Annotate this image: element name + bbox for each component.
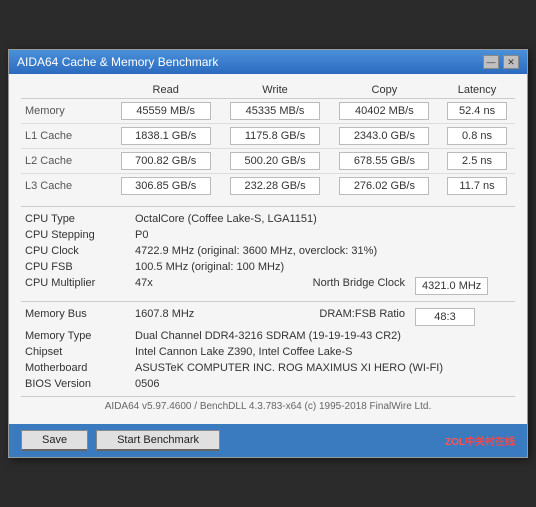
minimize-button[interactable]: — xyxy=(483,55,499,69)
bench-latency: 2.5 ns xyxy=(447,152,507,170)
info-row: CPU Multiplier 47x North Bridge Clock 43… xyxy=(21,275,515,297)
bench-latency: 11.7 ns xyxy=(447,177,507,195)
bench-copy: 2343.0 GB/s xyxy=(339,127,429,145)
col-copy: Copy xyxy=(330,82,439,99)
info-row: CPU FSB 100.5 MHz (original: 100 MHz) xyxy=(21,259,515,275)
divider-1 xyxy=(21,206,515,207)
bench-write: 45335 MB/s xyxy=(230,102,320,120)
benchmark-table: Read Write Copy Latency Memory 45559 MB/… xyxy=(21,82,515,198)
titlebar: AIDA64 Cache & Memory Benchmark — ✕ xyxy=(9,50,527,74)
bottom-bar: Save Start Benchmark ZOL中关村在线 xyxy=(9,424,527,457)
bench-row: L2 Cache 700.82 GB/s 500.20 GB/s 678.55 … xyxy=(21,149,515,174)
window-title: AIDA64 Cache & Memory Benchmark xyxy=(17,55,218,69)
bench-read: 700.82 GB/s xyxy=(121,152,211,170)
watermark-suffix: 中关村在线 xyxy=(465,437,515,448)
watermark: ZOL中关村在线 xyxy=(445,433,515,448)
info-row: Chipset Intel Cannon Lake Z390, Intel Co… xyxy=(21,344,515,360)
bench-write: 232.28 GB/s xyxy=(230,177,320,195)
divider-2 xyxy=(21,301,515,302)
info-row: CPU Clock 4722.9 MHz (original: 3600 MHz… xyxy=(21,243,515,259)
bench-label: L2 Cache xyxy=(21,149,111,174)
col-write: Write xyxy=(220,82,329,99)
bench-label: L3 Cache xyxy=(21,174,111,199)
cpu-info-table: CPU Type OctalCore (Coffee Lake-S, LGA11… xyxy=(21,211,515,297)
bench-write: 1175.8 GB/s xyxy=(230,127,320,145)
info-row: CPU Stepping P0 xyxy=(21,227,515,243)
start-benchmark-button[interactable]: Start Benchmark xyxy=(96,430,220,451)
bench-read: 1838.1 GB/s xyxy=(121,127,211,145)
bench-copy: 40402 MB/s xyxy=(339,102,429,120)
info-row: Memory Bus 1607.8 MHz DRAM:FSB Ratio 48:… xyxy=(21,306,515,328)
info-row: BIOS Version 0506 xyxy=(21,376,515,392)
main-window: AIDA64 Cache & Memory Benchmark — ✕ Read… xyxy=(8,49,528,458)
bench-copy: 276.02 GB/s xyxy=(339,177,429,195)
bench-read: 45559 MB/s xyxy=(121,102,211,120)
system-info-table: Memory Bus 1607.8 MHz DRAM:FSB Ratio 48:… xyxy=(21,306,515,392)
info-row: Memory Type Dual Channel DDR4-3216 SDRAM… xyxy=(21,328,515,344)
col-latency: Latency xyxy=(439,82,515,99)
bench-read: 306.85 GB/s xyxy=(121,177,211,195)
bench-row: Memory 45559 MB/s 45335 MB/s 40402 MB/s … xyxy=(21,99,515,124)
bench-label: L1 Cache xyxy=(21,124,111,149)
bench-latency: 52.4 ns xyxy=(447,102,507,120)
close-button[interactable]: ✕ xyxy=(503,55,519,69)
col-label xyxy=(21,82,111,99)
footer-text: AIDA64 v5.97.4600 / BenchDLL 4.3.783-x64… xyxy=(21,396,515,416)
titlebar-controls: — ✕ xyxy=(483,55,519,69)
save-button[interactable]: Save xyxy=(21,430,88,451)
bench-row: L1 Cache 1838.1 GB/s 1175.8 GB/s 2343.0 … xyxy=(21,124,515,149)
info-row: CPU Type OctalCore (Coffee Lake-S, LGA11… xyxy=(21,211,515,227)
bench-label: Memory xyxy=(21,99,111,124)
button-group: Save Start Benchmark xyxy=(21,430,220,451)
bench-latency: 0.8 ns xyxy=(447,127,507,145)
bench-write: 500.20 GB/s xyxy=(230,152,320,170)
main-content: Read Write Copy Latency Memory 45559 MB/… xyxy=(9,74,527,424)
watermark-prefix: ZOL xyxy=(445,437,465,448)
info-row: Motherboard ASUSTeK COMPUTER INC. ROG MA… xyxy=(21,360,515,376)
bench-copy: 678.55 GB/s xyxy=(339,152,429,170)
bench-row: L3 Cache 306.85 GB/s 232.28 GB/s 276.02 … xyxy=(21,174,515,199)
col-read: Read xyxy=(111,82,220,99)
